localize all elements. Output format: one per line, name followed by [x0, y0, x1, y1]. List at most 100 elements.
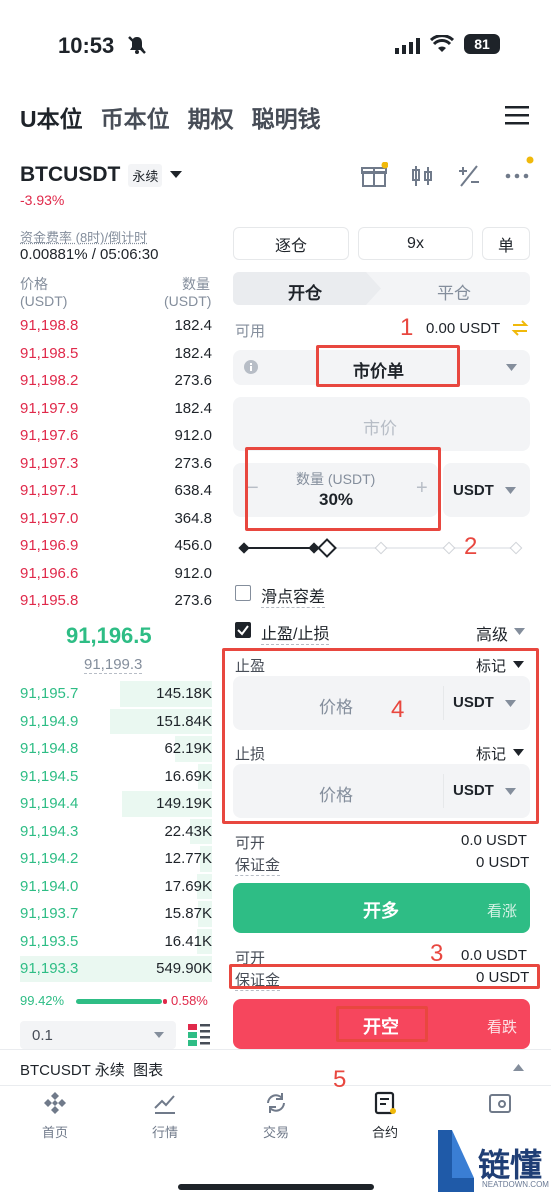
precision-value: 0.1: [32, 1026, 53, 1044]
sell-ratio: 0.58%: [171, 993, 208, 1008]
bid-qty: 22.43K: [164, 822, 212, 840]
chart-icon: [154, 1095, 175, 1114]
nav-markets-label: 行情: [151, 1125, 178, 1140]
nav-wallet[interactable]: [480, 1090, 520, 1122]
bid-qty: 15.87K: [164, 905, 212, 922]
ask-row[interactable]: 91,197.6 912.0: [20, 422, 212, 449]
ask-row[interactable]: 91,198.2 273.6: [20, 367, 212, 394]
tab-open[interactable]: 开仓: [288, 279, 322, 304]
bid-price: 91,194.3: [20, 822, 79, 840]
bid-row[interactable]: 91,194.9 151.84K: [20, 708, 212, 735]
caret-down-icon: [514, 628, 525, 635]
long-max-label: 可开: [235, 835, 266, 852]
long-hint: 看涨: [487, 903, 518, 920]
tab-usdm[interactable]: U本位: [20, 100, 83, 134]
binance-logo-icon: [44, 1092, 66, 1114]
bid-price: 91,193.7: [20, 905, 79, 922]
ask-row[interactable]: 91,197.3 273.6: [20, 450, 212, 477]
available-label: 可用: [235, 323, 266, 340]
tab-coinm[interactable]: 币本位: [101, 100, 170, 134]
symbol-selector[interactable]: BTCUSDT 永续: [20, 163, 183, 187]
bid-price: 91,194.4: [20, 795, 79, 812]
info-icon[interactable]: [244, 360, 258, 374]
caret-down-icon: [506, 364, 517, 371]
long-max-value: 0.0 USDT: [461, 832, 527, 849]
ask-row[interactable]: 91,197.9 182.4: [20, 395, 212, 422]
menu-icon[interactable]: [505, 104, 529, 126]
check-icon: [237, 625, 249, 636]
bid-row[interactable]: 91,194.4 149.19K: [20, 790, 212, 817]
bid-row[interactable]: 91,195.7 145.18K: [20, 680, 212, 707]
leverage-button[interactable]: 9x: [358, 227, 473, 260]
bid-qty: 145.18K: [156, 685, 212, 702]
bid-row[interactable]: 91,194.3 22.43K: [20, 818, 212, 845]
transfer-icon[interactable]: [511, 319, 529, 337]
bid-row[interactable]: 91,193.5 16.41K: [20, 928, 212, 955]
mark-price: 91,199.3: [84, 656, 143, 674]
battery-icon: 81: [464, 34, 500, 54]
ask-price: 91,198.2: [20, 372, 79, 389]
bid-qty: 149.19K: [156, 795, 212, 812]
margin-mode-button[interactable]: 逐仓: [233, 227, 349, 260]
watermark-sub: NEATDOWN.COM: [482, 1180, 549, 1189]
ask-row[interactable]: 91,196.9 456.0: [20, 532, 212, 559]
last-price[interactable]: 91,196.5: [66, 623, 152, 649]
ask-row[interactable]: 91,195.8 273.6: [20, 587, 212, 614]
candlestick-icon[interactable]: [410, 164, 434, 188]
ask-row[interactable]: 91,198.8 182.4: [20, 312, 212, 339]
bid-price: 91,194.8: [20, 740, 79, 757]
ratio-bar: [76, 999, 162, 1004]
annotation-box-tpsl: [222, 648, 539, 824]
quantity-slider[interactable]: [236, 538, 526, 558]
bid-row[interactable]: 91,194.0 17.69K: [20, 873, 212, 900]
gift-icon[interactable]: [360, 162, 388, 190]
ask-price: 91,197.3: [20, 454, 79, 472]
slippage-label[interactable]: 滑点容差: [261, 583, 326, 608]
ob-price-header: 价格: [20, 276, 48, 292]
status-time: 10:53: [58, 33, 115, 58]
bid-row[interactable]: 91,194.2 12.77K: [20, 845, 212, 872]
wallet-icon: [489, 1094, 511, 1113]
position-mode-button[interactable]: 单: [482, 227, 530, 260]
caret-down-icon: [170, 171, 183, 178]
nav-markets[interactable]: 行情: [145, 1090, 185, 1141]
nav-trade[interactable]: 交易: [256, 1090, 296, 1141]
tab-smart-money[interactable]: 聪明钱: [252, 100, 321, 134]
ask-row[interactable]: 91,196.6 912.0: [20, 560, 212, 587]
tpsl-checkbox[interactable]: [235, 622, 251, 638]
symbol-name: BTCUSDT: [20, 163, 121, 186]
ask-row[interactable]: 91,198.5 182.4: [20, 340, 212, 367]
nav-trade-label: 交易: [262, 1125, 289, 1140]
annotation-box-short: [336, 1006, 428, 1042]
advanced-label[interactable]: 高级: [476, 621, 508, 645]
bid-qty: 62.19K: [164, 740, 212, 757]
open-long-button[interactable]: 开多 看涨: [233, 883, 530, 933]
buy-ratio: 99.42%: [20, 993, 65, 1008]
ask-row[interactable]: 91,197.1 638.4: [20, 477, 212, 504]
ask-price: 91,196.9: [20, 537, 79, 554]
calculator-icon[interactable]: [457, 164, 481, 188]
ask-qty: 638.4: [174, 482, 212, 499]
orderbook-layout-icon[interactable]: [188, 1024, 210, 1046]
bid-price: 91,194.9: [20, 712, 79, 730]
chart-toggle-bar[interactable]: BTCUSDT 永续 图表: [0, 1049, 551, 1085]
annotation-3: 3: [430, 940, 444, 967]
ask-row[interactable]: 91,197.0 364.8: [20, 505, 212, 532]
bid-price: 91,195.7: [20, 685, 79, 702]
slippage-checkbox[interactable]: [235, 585, 251, 601]
nav-futures[interactable]: 合约: [365, 1090, 405, 1141]
more-icon[interactable]: [504, 156, 538, 186]
bid-row[interactable]: 91,193.7 15.87K: [20, 900, 212, 927]
ask-price: 91,196.6: [20, 564, 79, 582]
bid-row[interactable]: 91,194.8 62.19K: [20, 735, 212, 762]
tpsl-label[interactable]: 止盈/止损: [261, 620, 330, 645]
tab-close[interactable]: 平仓: [437, 279, 471, 304]
bid-qty: 151.84K: [156, 712, 212, 730]
long-button-label: 开多: [363, 901, 399, 921]
nav-home[interactable]: 首页: [35, 1090, 75, 1141]
symbol-type-badge: 永续: [128, 163, 163, 187]
bid-row[interactable]: 91,193.3 549.90K: [20, 955, 212, 982]
precision-select[interactable]: 0.1: [20, 1021, 176, 1049]
bid-row[interactable]: 91,194.5 16.69K: [20, 763, 212, 790]
tab-options[interactable]: 期权: [188, 100, 234, 134]
